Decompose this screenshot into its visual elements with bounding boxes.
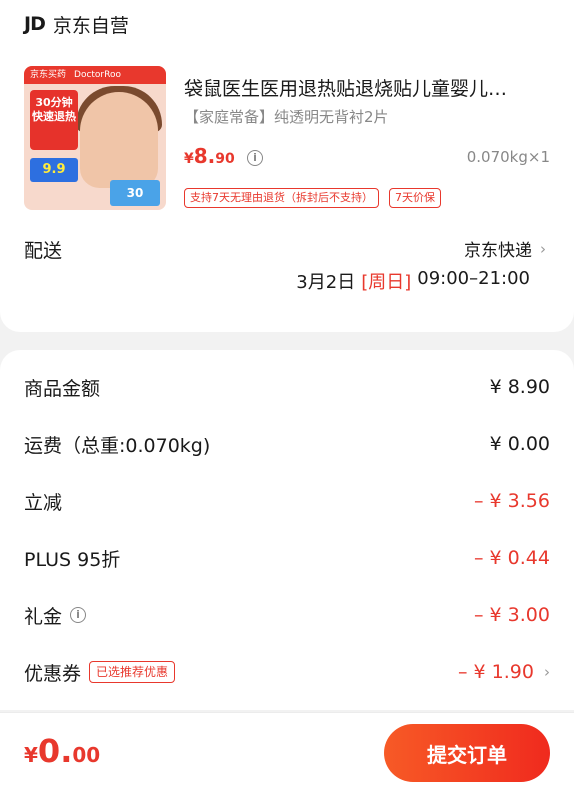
thumbnail-badge-line2: 快速退热 [32,110,76,123]
goods-amount-label: 商品金额 [24,377,101,400]
thumbnail-badge-line1: 30分钟 [35,96,73,109]
gift-label-group: 礼金 i [24,602,87,629]
gift-value: – ¥ 3.00 [474,604,550,626]
shipping-label: 运费（总重:0.070kg) [24,434,211,457]
gift-label: 礼金 [24,605,63,628]
product-price: ¥ 8. 90 [184,144,235,168]
delivery-method-selector[interactable]: 京东快递 › [464,236,546,262]
coupon-selected-badge: 已选推荐优惠 [89,661,176,683]
submit-order-button[interactable]: 提交订单 [384,724,550,782]
product-quantity: 0.070kg×1 [466,148,550,166]
shipping-value: ¥ 0.00 [489,433,550,455]
coupon-value-group: – ¥ 1.90 › [458,661,550,683]
coupon-label-group: 优惠券 已选推荐优惠 [24,659,176,686]
price-integer: 8. [193,144,216,168]
thumbnail-brand-left: 京东买药 [30,70,67,80]
product-variant: 【家庭常备】纯透明无背衬2片 [184,108,389,126]
fee-row-shipping: 运费（总重:0.070kg) ¥ 0.00 [24,429,550,459]
thumbnail-child-face [80,92,158,188]
delivery-time[interactable]: 3月2日 [周日] 09:00–21:00 [296,268,530,294]
fee-row-plus: PLUS 95折 – ¥ 0.44 [24,543,550,573]
info-icon[interactable]: i [247,150,263,166]
delivery-weekday: [周日] [361,272,412,293]
goods-amount-value: ¥ 8.90 [489,376,550,398]
delivery-date: 3月2日 [296,272,356,293]
price-currency: ¥ [184,151,194,167]
fee-breakdown-card [0,350,574,710]
shop-header[interactable]: JD 京东自营 [24,10,129,38]
product-title[interactable]: 袋鼠医生医用退热贴退烧贴儿童婴儿… [184,74,550,101]
price-protect-tag: 7天价保 [389,188,441,208]
fee-row-goods: 商品金额 ¥ 8.90 [24,372,550,402]
fee-row-coupon[interactable]: 优惠券 已选推荐优惠 – ¥ 1.90 › [24,657,550,687]
discount-value: – ¥ 3.56 [474,490,550,512]
return-policy-tag: 支持7天无理由退货（拆封后不支持） [184,188,379,208]
coupon-label: 优惠券 [24,662,82,685]
product-thumbnail[interactable]: 京东买药 DoctorRoo 30分钟 快速退热 9.9 30 [24,66,166,210]
price-decimal: 90 [215,151,235,167]
plus-discount-label: PLUS 95折 [24,548,121,571]
fee-row-discount: 立减 – ¥ 3.56 [24,486,550,516]
total-price: ¥ 0. 00 [24,732,100,770]
shop-name: 京东自营 [52,14,129,37]
chevron-right-icon: › [544,663,550,681]
jd-logo: JD [24,13,46,35]
thumbnail-product-box: 30 [110,180,160,206]
chevron-right-icon: › [540,239,546,258]
order-summary-card: JD 京东自营 京东买药 DoctorRoo 30分钟 快速退热 9.9 30 … [0,0,574,332]
total-currency: ¥ [24,743,38,767]
coupon-value: – ¥ 1.90 [458,661,534,683]
info-icon[interactable]: i [70,607,87,623]
thumbnail-brand-right: DoctorRoo [74,70,121,80]
total-decimal: 00 [72,743,101,767]
delivery-label: 配送 [24,240,63,262]
thumbnail-price-tag: 9.9 [30,158,78,182]
service-tags: 支持7天无理由退货（拆封后不支持） 7天价保 [184,188,441,208]
total-integer: 0. [37,732,73,770]
fee-row-gift: 礼金 i – ¥ 3.00 [24,600,550,630]
delivery-method-label: 京东快递 [464,241,532,261]
plus-discount-value: – ¥ 0.44 [474,547,550,569]
discount-label: 立减 [24,491,63,514]
delivery-time-window: 09:00–21:00 [417,268,530,289]
thumbnail-badge: 30分钟 快速退热 [30,90,78,150]
thumbnail-brand-bar: 京东买药 DoctorRoo [24,66,166,84]
